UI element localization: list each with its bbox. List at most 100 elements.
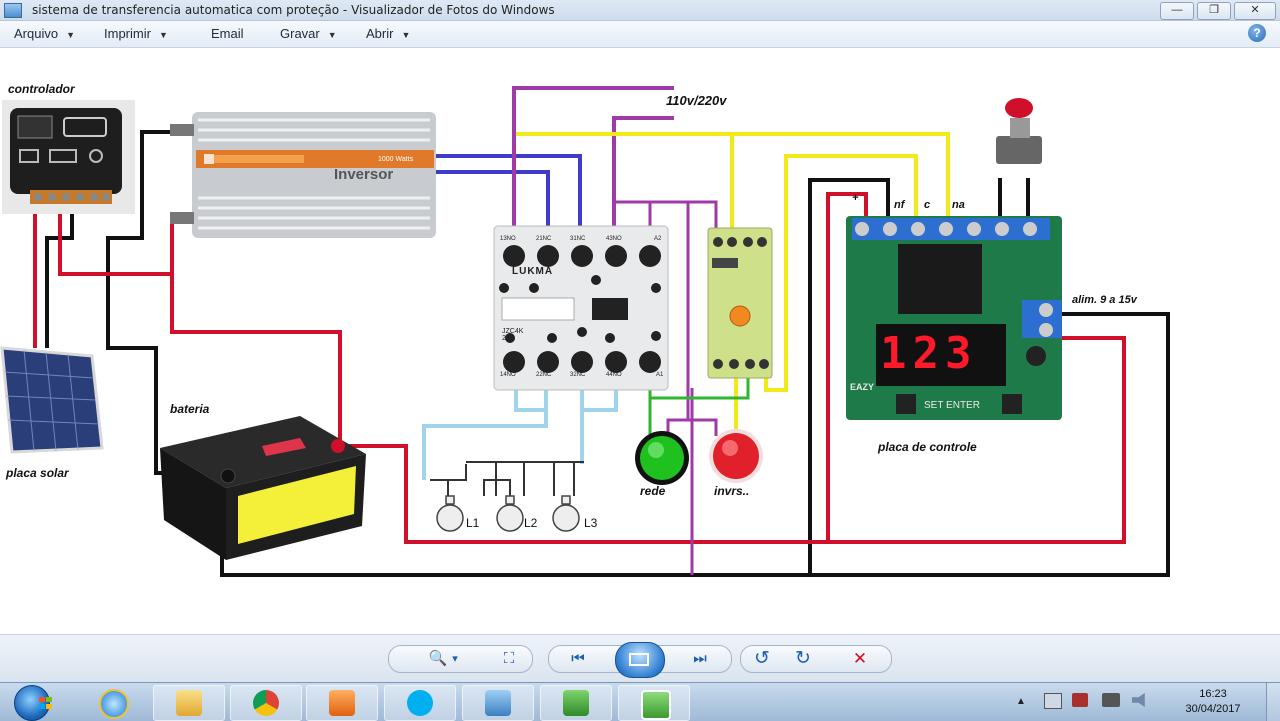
- control-board-icon: [846, 216, 1062, 420]
- file-explorer-icon: [176, 690, 202, 716]
- label-contact-32nc: 32NC: [570, 372, 586, 378]
- menu-gravar[interactable]: Gravar ▼: [280, 26, 337, 41]
- label-inverter-rating: 1000 Watts: [378, 156, 414, 163]
- board-display-readout: 123: [880, 328, 978, 379]
- label-placa-solar: placa solar: [6, 466, 69, 480]
- network-icon[interactable]: [1072, 693, 1088, 707]
- chevron-down-icon: ▼: [401, 30, 411, 40]
- menu-arquivo[interactable]: Arquivo ▼: [14, 26, 75, 41]
- taskbar: ▲ 16:23 30/04/2017: [0, 682, 1280, 721]
- label-contactor-model: JZC4K 22: [502, 328, 524, 342]
- taskbar-internet-explorer[interactable]: [77, 685, 147, 719]
- volume-icon[interactable]: [1132, 693, 1145, 707]
- help-icon[interactable]: ?: [1248, 24, 1266, 42]
- wire-purple: [614, 200, 718, 228]
- menu-email-label: Email: [211, 26, 244, 41]
- fit-window-icon[interactable]: ⛶: [497, 649, 521, 669]
- wiring-diagram: [0, 86, 1170, 577]
- taskbar-skype[interactable]: [384, 685, 456, 721]
- lamp-l3-icon: [552, 495, 580, 532]
- photo-viewer-icon: [485, 690, 511, 716]
- taskbar-file-explorer[interactable]: [153, 685, 225, 721]
- label-lamp-l1: L1: [466, 516, 480, 530]
- wire-lamp: [448, 464, 467, 481]
- label-lamp-l2: L2: [524, 516, 538, 530]
- taskbar-camtasia[interactable]: [540, 685, 612, 721]
- label-contactor-brand: LUKMA: [512, 266, 554, 277]
- taskbar-clock[interactable]: 16:23 30/04/2017: [1178, 687, 1248, 717]
- label-contact-44no: 44NO: [606, 372, 622, 378]
- menu-abrir-label: Abrir: [366, 26, 394, 41]
- label-terminal-nf: nf: [894, 199, 905, 211]
- label-contact-13no: 13NO: [500, 236, 516, 242]
- chevron-down-icon: ▼: [327, 30, 337, 40]
- label-rede: rede: [640, 484, 666, 498]
- zoom-dropdown-icon[interactable]: ▾: [448, 649, 462, 669]
- media-player-icon: [329, 690, 355, 716]
- photo-viewer-app-icon: [4, 3, 22, 18]
- label-inversor-lamp: invrs..: [714, 484, 750, 498]
- menu-gravar-label: Gravar: [280, 26, 320, 41]
- clock-time: 16:23: [1199, 688, 1227, 700]
- show-desktop-button[interactable]: [1266, 683, 1280, 721]
- slideshow-button[interactable]: [615, 642, 665, 678]
- battery-icon: [160, 416, 366, 560]
- maximize-button[interactable]: ❐: [1197, 2, 1231, 20]
- label-controlador: controlador: [8, 82, 75, 96]
- label-contact-22nc: 22NC: [536, 372, 552, 378]
- tray-expand-icon[interactable]: ▲: [1016, 696, 1026, 707]
- rede-indicator-icon: [635, 431, 689, 485]
- taskbar-chrome[interactable]: [230, 685, 302, 721]
- action-center-icon[interactable]: [1044, 693, 1062, 709]
- minimize-button[interactable]: —: [1160, 2, 1194, 20]
- skype-icon: [407, 690, 433, 716]
- label-relay-plus: +: [852, 192, 859, 204]
- label-contact-14no: 14NO: [500, 372, 516, 378]
- image-canvas[interactable]: controlador Inversor 1000 Watts 110v/220…: [0, 48, 1280, 634]
- display-icon[interactable]: [1102, 693, 1120, 707]
- rotate-left-icon[interactable]: ↺: [750, 649, 774, 669]
- label-board-buttons: SET ENTER: [924, 400, 980, 411]
- camtasia-icon: [563, 690, 589, 716]
- label-terminal-c: c: [924, 199, 931, 211]
- inversor-indicator-icon: [709, 429, 763, 483]
- label-contact-43no: 43NO: [606, 236, 622, 242]
- charge-controller-icon: [2, 100, 135, 214]
- label-contact-a2: A2: [654, 236, 662, 242]
- menu-email[interactable]: Email: [211, 26, 244, 41]
- delete-icon[interactable]: ✕: [848, 649, 872, 669]
- close-button[interactable]: ✕: [1234, 2, 1276, 20]
- menu-abrir[interactable]: Abrir ▼: [366, 26, 410, 41]
- chevron-down-icon: ▼: [66, 30, 75, 40]
- chrome-icon: [253, 690, 279, 716]
- label-contact-21nc: 21NC: [536, 236, 552, 242]
- contactor-icon: [493, 225, 669, 391]
- label-contact-31nc: 31NC: [570, 236, 586, 242]
- start-button[interactable]: [14, 685, 53, 721]
- next-icon[interactable]: ⏭: [688, 649, 712, 669]
- rotate-right-icon[interactable]: ↻: [791, 649, 815, 669]
- slideshow-icon: [629, 653, 649, 666]
- wire-lightblue: [422, 410, 548, 480]
- menu-imprimir[interactable]: Imprimir ▼: [104, 26, 168, 41]
- clock-date: 30/04/2017: [1185, 703, 1241, 715]
- timer-relay-icon: [707, 227, 773, 379]
- previous-icon[interactable]: ⏮: [566, 649, 590, 669]
- viewer-toolbar: 🔍 ▾ ⛶ ⏮ ⏭ ↺ ↻ ✕: [0, 634, 1280, 683]
- camtasia-recorder-icon: [641, 690, 671, 720]
- title-bar: sistema de transferencia automatica com …: [0, 0, 1280, 21]
- taskbar-camtasia-recorder[interactable]: [618, 685, 690, 721]
- label-terminal-na: na: [952, 199, 965, 211]
- solar-panel-icon: [0, 346, 104, 454]
- menu-arquivo-label: Arquivo: [14, 26, 59, 41]
- windows-logo-icon: [39, 697, 53, 710]
- internet-explorer-icon: [99, 689, 129, 719]
- taskbar-photo-viewer[interactable]: [462, 685, 534, 721]
- menu-imprimir-label: Imprimir: [104, 26, 151, 41]
- push-button-icon: [996, 98, 1042, 164]
- label-bateria: bateria: [170, 402, 210, 416]
- zoom-icon[interactable]: 🔍: [426, 649, 450, 669]
- window-title: sistema de transferencia automatica com …: [32, 3, 555, 17]
- taskbar-media-player[interactable]: [306, 685, 378, 721]
- label-placa-controle: placa de controle: [878, 440, 977, 454]
